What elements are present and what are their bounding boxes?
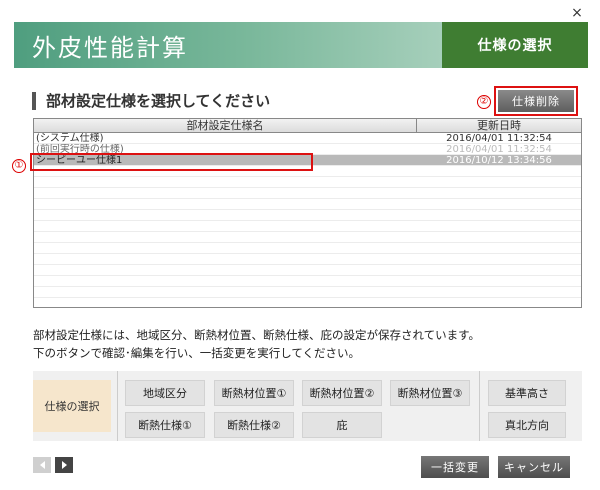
close-icon[interactable]: × [568, 4, 586, 22]
current-step-label: 仕様の選択 [442, 22, 588, 68]
arrow-left-icon [39, 461, 45, 469]
table-row-empty[interactable] [34, 166, 581, 177]
table-row-empty[interactable] [34, 199, 581, 210]
eaves-button[interactable]: 庇 [302, 412, 382, 438]
description: 部材設定仕様には、地域区分、断熱材位置、断熱仕様、庇の設定が保存されています。 … [33, 326, 480, 362]
table-row-selected[interactable]: シーピーユー仕様1 2016/10/12 13:34:56 [34, 155, 581, 166]
base-height-button[interactable]: 基準高さ [488, 380, 566, 406]
row-date: 2016/04/01 11:32:54 [446, 133, 552, 143]
spec-select-tab[interactable]: 仕様の選択 [33, 380, 111, 432]
row-date: 2016/04/01 11:32:54 [446, 144, 552, 154]
app-header: 外皮性能計算 仕様の選択 [14, 22, 588, 68]
insulation-spec-2-button[interactable]: 断熱仕様② [214, 412, 294, 438]
settings-panel: 仕様の選択 地域区分 断熱材位置① 断熱材位置② 断熱材位置③ 断熱仕様① 断熱… [33, 371, 582, 441]
delete-spec-button[interactable]: 仕様削除 [498, 90, 574, 112]
section-title: 部材設定仕様を選択してください [32, 92, 270, 110]
panel-divider [479, 371, 480, 441]
previous-button[interactable] [33, 457, 51, 473]
row-name: シーピーユー仕様1 [36, 155, 123, 165]
table-row[interactable]: (システム仕様) 2016/04/01 11:32:54 [34, 133, 581, 144]
delete-highlight-frame: 仕様削除 [494, 86, 578, 116]
table-row-empty[interactable] [34, 276, 581, 287]
true-north-button[interactable]: 真北方向 [488, 412, 566, 438]
table-row-empty[interactable] [34, 287, 581, 298]
table-row-empty[interactable] [34, 221, 581, 232]
annotation-marker-2: ② [477, 95, 491, 109]
insulation-position-3-button[interactable]: 断熱材位置③ [390, 380, 470, 406]
row-date: 2016/10/12 13:34:56 [446, 155, 552, 165]
description-line-2: 下のボタンで確認･編集を行い、一括変更を実行してください。 [33, 346, 361, 360]
panel-divider [117, 371, 118, 441]
spec-table: 部材設定仕様名 更新日時 (システム仕様) 2016/04/01 11:32:5… [33, 118, 582, 308]
table-row[interactable]: (前回実行時の仕様) 2016/04/01 11:32:54 [34, 144, 581, 155]
bulk-change-button[interactable]: 一括変更 [421, 456, 489, 478]
row-name: (システム仕様) [36, 133, 104, 143]
app-title: 外皮性能計算 [32, 33, 188, 62]
row-name: (前回実行時の仕様) [36, 144, 124, 154]
table-row-empty[interactable] [34, 210, 581, 221]
table-header: 部材設定仕様名 更新日時 [34, 119, 581, 133]
header-banner: 外皮性能計算 [14, 22, 442, 68]
table-row-empty[interactable] [34, 232, 581, 243]
table-row-empty[interactable] [34, 265, 581, 276]
table-row-empty[interactable] [34, 188, 581, 199]
column-header-name[interactable]: 部材設定仕様名 [34, 119, 417, 132]
table-row-empty[interactable] [34, 243, 581, 254]
insulation-spec-1-button[interactable]: 断熱仕様① [125, 412, 205, 438]
next-button[interactable] [55, 457, 73, 473]
annotation-marker-1: ① [12, 159, 26, 173]
insulation-position-1-button[interactable]: 断熱材位置① [214, 380, 294, 406]
table-row-empty[interactable] [34, 254, 581, 265]
cancel-button[interactable]: キャンセル [498, 456, 570, 478]
arrow-right-icon [61, 461, 67, 469]
region-button[interactable]: 地域区分 [125, 380, 205, 406]
description-line-1: 部材設定仕様には、地域区分、断熱材位置、断熱仕様、庇の設定が保存されています。 [33, 328, 481, 342]
table-row-empty[interactable] [34, 177, 581, 188]
column-header-date[interactable]: 更新日時 [417, 119, 581, 132]
insulation-position-2-button[interactable]: 断熱材位置② [302, 380, 382, 406]
